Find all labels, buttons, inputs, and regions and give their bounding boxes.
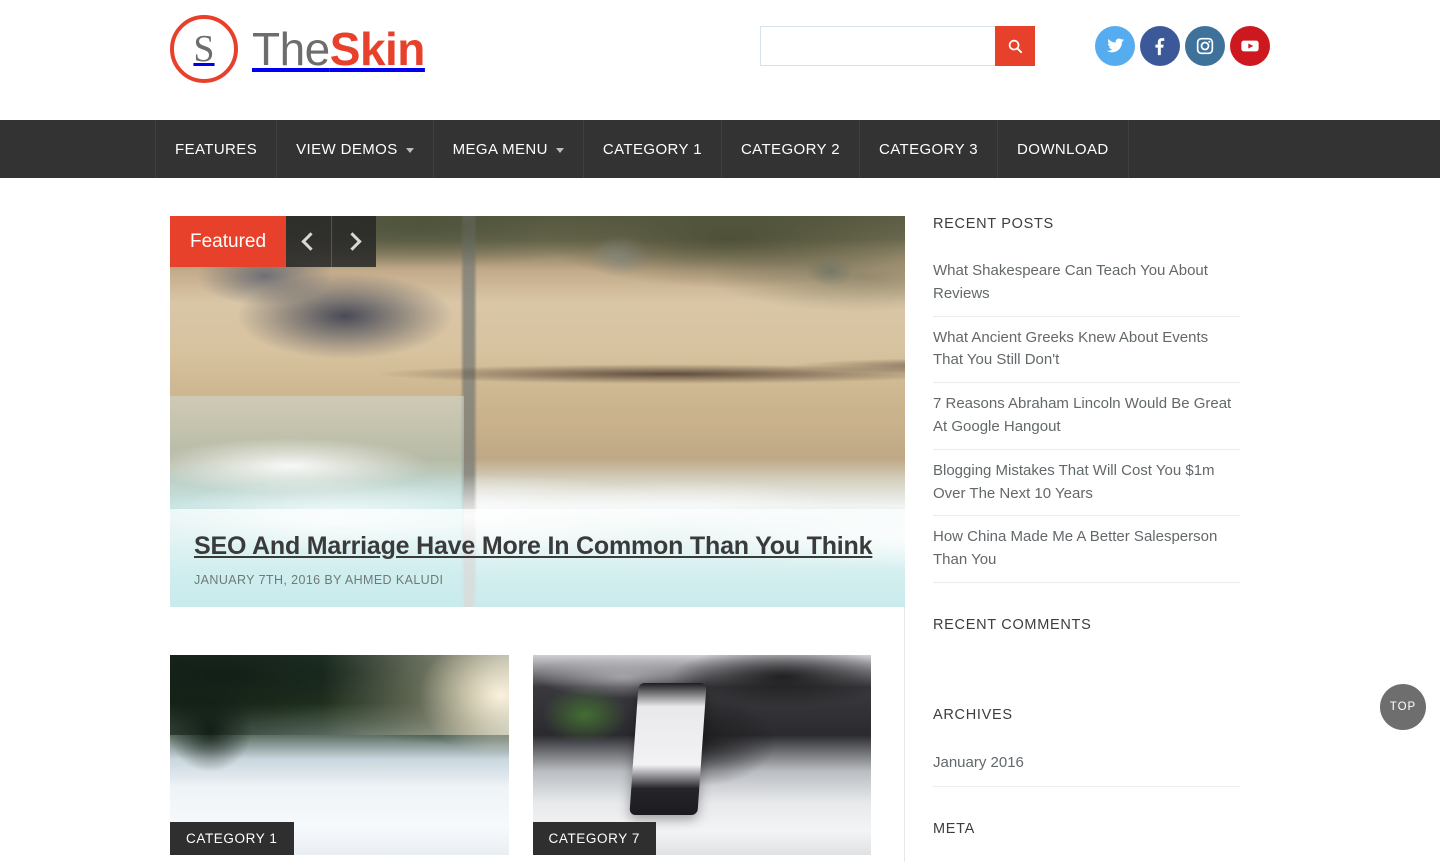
nav-item-features[interactable]: FEATURES (155, 120, 278, 178)
nav-label: CATEGORY 1 (602, 140, 702, 158)
recent-post-link[interactable]: What Shakespeare Can Teach You About Rev… (933, 250, 1240, 316)
facebook-icon (1155, 38, 1165, 56)
nav-label: VIEW DEMOS (296, 140, 398, 158)
nav-item-download[interactable]: DOWNLOAD (998, 120, 1129, 178)
logo-text-skin: Skin (329, 23, 426, 75)
logo-text: TheSkin (252, 26, 425, 72)
featured-post-title[interactable]: SEO And Marriage Have More In Common Tha… (194, 532, 873, 560)
widget-archives: ARCHIVES January 2016 (933, 707, 1240, 787)
chevron-down-icon (405, 147, 414, 153)
widget-title: ARCHIVES (933, 706, 1013, 723)
slider-prev-button[interactable] (286, 216, 332, 267)
recent-post-link[interactable]: Blogging Mistakes That Will Cost You $1m… (933, 450, 1240, 516)
search-form (760, 26, 1035, 66)
widget-recent-comments: RECENT COMMENTS (933, 617, 1240, 673)
list-item: Log in (933, 855, 1240, 862)
widget-title: RECENT COMMENTS (933, 616, 1092, 633)
post-category-badge[interactable]: CATEGORY 1 (170, 822, 294, 855)
social-link-youtube[interactable] (1230, 26, 1270, 66)
recent-comments-empty (933, 651, 1240, 673)
archives-list: January 2016 (933, 741, 1240, 787)
scroll-to-top-button[interactable]: TOP (1380, 684, 1426, 730)
nav-item-view-demos[interactable]: VIEW DEMOS (277, 120, 434, 178)
logo-circle-icon: S (170, 15, 238, 83)
search-button[interactable] (995, 26, 1035, 66)
twitter-icon (1106, 38, 1125, 53)
featured-badge: Featured (170, 216, 287, 267)
instagram-icon (1196, 37, 1214, 55)
chevron-left-icon (301, 232, 320, 251)
site-logo[interactable]: S TheSkin (170, 14, 425, 84)
post-card-1[interactable]: CATEGORY 1 (170, 655, 509, 855)
post-grid: CATEGORY 1 CATEGORY 7 (170, 655, 871, 855)
recent-post-link[interactable]: How China Made Me A Better Salesperson T… (933, 516, 1240, 582)
social-link-facebook[interactable] (1140, 26, 1180, 66)
featured-post-meta: JANUARY 7TH, 2016 by AHMED KALUDI (194, 573, 444, 587)
recent-posts-list: What Shakespeare Can Teach You About Rev… (933, 250, 1240, 583)
list-item: 7 Reasons Abraham Lincoln Would Be Great… (933, 383, 1240, 450)
recent-post-link[interactable]: What Ancient Greeks Knew About Events Th… (933, 317, 1240, 383)
search-input[interactable] (760, 26, 995, 66)
main-navigation: FEATURES VIEW DEMOS MEGA MENU CATEGORY 1… (0, 120, 1440, 178)
nav-label: CATEGORY 2 (740, 140, 840, 158)
list-item: January 2016 (933, 741, 1240, 787)
meta-list: Log in Entries RSS (933, 855, 1240, 862)
slider-next-button[interactable] (331, 216, 377, 267)
logo-text-the: The (252, 23, 330, 75)
sidebar: RECENT POSTS What Shakespeare Can Teach … (905, 216, 1240, 862)
widget-recent-posts: RECENT POSTS What Shakespeare Can Teach … (933, 216, 1240, 583)
nav-item-category-2[interactable]: CATEGORY 2 (722, 120, 860, 178)
social-links (1095, 26, 1270, 66)
post-category-badge[interactable]: CATEGORY 7 (532, 822, 657, 855)
archive-link[interactable]: January 2016 (933, 741, 1240, 786)
post-card-2[interactable]: CATEGORY 7 (532, 655, 871, 855)
list-item: Blogging Mistakes That Will Cost You $1m… (933, 450, 1240, 517)
featured-controls: Featured (170, 216, 377, 267)
page-body: Featured SEO And Marriage Have More In C… (0, 178, 1440, 862)
youtube-icon (1241, 40, 1259, 52)
chevron-down-icon (555, 147, 564, 153)
list-item: What Ancient Greeks Knew About Events Th… (933, 317, 1240, 384)
list-item: How China Made Me A Better Salesperson T… (933, 516, 1240, 583)
nav-item-mega-menu[interactable]: MEGA MENU (434, 120, 584, 178)
nav-label: MEGA MENU (452, 140, 548, 158)
nav-item-category-1[interactable]: CATEGORY 1 (584, 120, 722, 178)
social-link-twitter[interactable] (1095, 26, 1135, 66)
chevron-right-icon (342, 232, 362, 251)
site-header: S TheSkin (0, 0, 1440, 120)
logo-letter: S (193, 28, 215, 70)
widget-title: META (933, 820, 976, 837)
featured-slider[interactable]: Featured SEO And Marriage Have More In C… (170, 216, 905, 607)
nav-label: DOWNLOAD (1017, 140, 1109, 158)
recent-post-link[interactable]: 7 Reasons Abraham Lincoln Would Be Great… (933, 383, 1240, 449)
nav-label: CATEGORY 3 (879, 140, 979, 158)
social-link-instagram[interactable] (1185, 26, 1225, 66)
list-item: What Shakespeare Can Teach You About Rev… (933, 250, 1240, 317)
nav-item-category-3[interactable]: CATEGORY 3 (860, 120, 999, 178)
search-icon (1008, 39, 1022, 53)
nav-label: FEATURES (175, 140, 258, 158)
main-content: Featured SEO And Marriage Have More In C… (170, 216, 905, 862)
meta-login-link[interactable]: Log in (933, 855, 1240, 862)
featured-caption: SEO And Marriage Have More In Common Tha… (170, 509, 905, 607)
widget-title: RECENT POSTS (933, 216, 1054, 232)
widget-meta: META Log in Entries RSS (933, 821, 1240, 862)
